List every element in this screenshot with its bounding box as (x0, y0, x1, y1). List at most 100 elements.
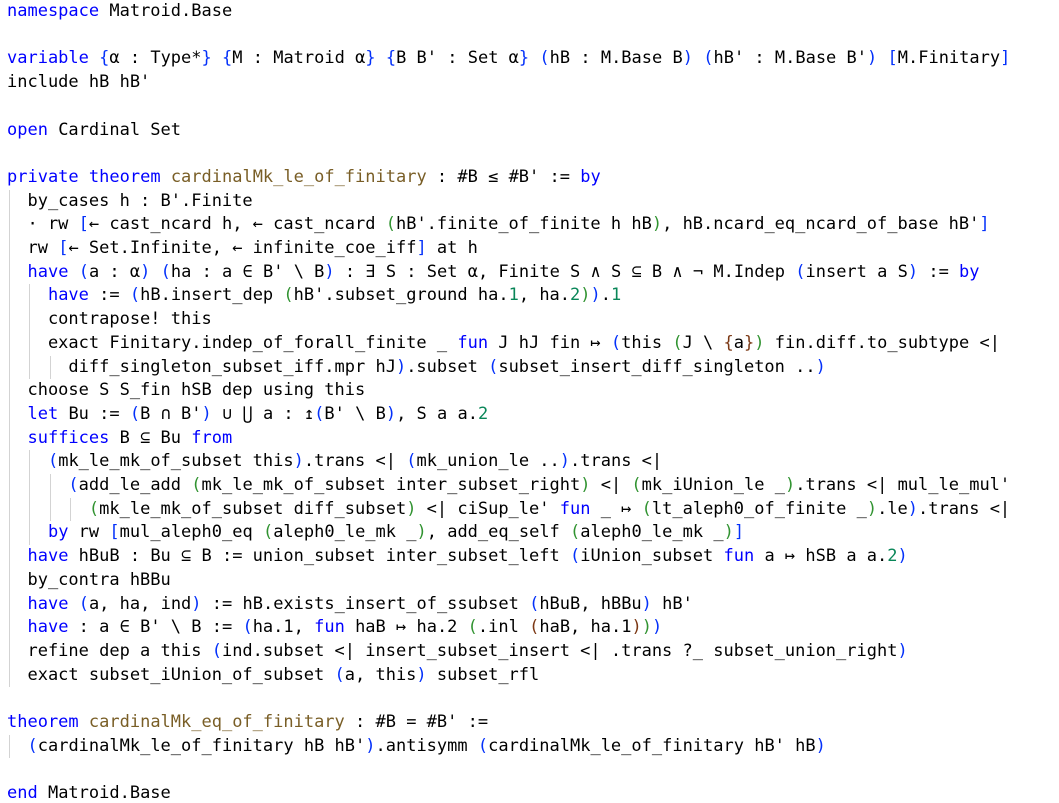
token: _ ↦ (590, 498, 642, 519)
token-kw: by (959, 261, 980, 282)
token-br1: ( (488, 356, 499, 377)
token: mk_le_mk_of_subset this (58, 451, 294, 472)
token-br1: ) (365, 735, 376, 756)
token-br1: ( (211, 640, 222, 661)
code-line[interactable]: diff_singleton_subset_iff.mpr hJ).subset… (7, 356, 825, 380)
token-kw: namespace (7, 1, 100, 21)
code-line[interactable]: by_cases h : B'.Finite (7, 190, 253, 214)
token: choose S S_fin hSB dep using this (7, 380, 366, 401)
code-line[interactable]: let Bu := (B ∩ B') ∪ ⋃ a : ↥(B' \ B), S … (7, 403, 488, 427)
token-br1: [ (109, 522, 120, 543)
token: contrapose! this (7, 309, 212, 330)
token-kw: have (47, 285, 89, 306)
code-line[interactable]: · rw [← cast_ncard h, ← cast_ncard (hB'.… (7, 213, 989, 237)
token-br1: ) (293, 451, 304, 472)
token-kw: suffices (27, 427, 110, 448)
code-line[interactable]: by_contra hBBu (7, 569, 170, 593)
token: := (88, 285, 130, 306)
token-num: 1 (508, 285, 519, 306)
token-br1: { (385, 48, 397, 69)
code-line[interactable]: have := (hB.insert_dep (hB'.subset_groun… (7, 284, 621, 308)
token-kw: by (580, 166, 601, 187)
token: .le (877, 498, 908, 519)
token-br1: ( (47, 451, 59, 472)
token: fin.diff.to_subtype <| (764, 332, 1000, 353)
code-line[interactable]: theorem cardinalMk_eq_of_finitary : #B =… (7, 711, 488, 735)
code-editor[interactable]: namespace Matroid.Base variable {α : Type… (0, 0, 1059, 803)
code-line[interactable]: contrapose! this (7, 308, 212, 332)
token-kw: have (27, 593, 69, 614)
code-line[interactable]: private theorem cardinalMk_le_of_finitar… (7, 166, 601, 190)
token-br1: ) (559, 451, 571, 472)
token: exact Finitary.indep_of_forall_finite _ (7, 332, 458, 353)
code-line[interactable]: by rw [mul_aleph0_eq (aleph0_le_mk _), a… (7, 521, 744, 545)
code-line[interactable]: exact Finitary.indep_of_forall_finite _ … (7, 332, 1000, 356)
token-br2: ) (784, 475, 796, 495)
code-line[interactable]: have hBuB : Bu ⊆ B := union_subset inter… (7, 545, 907, 569)
token-br1: ] (1000, 48, 1011, 69)
token: Matroid.Base (37, 783, 171, 803)
token: a, this (344, 664, 417, 685)
token-kw: have (27, 546, 69, 567)
token: J \ (682, 332, 724, 353)
code-line[interactable]: variable {α : Type*} {M : Matroid α} {B … (7, 47, 1010, 71)
code-line[interactable]: namespace Matroid.Base (7, 0, 232, 24)
code-line[interactable]: (cardinalMk_le_of_finitary hB hB').antis… (7, 735, 825, 759)
token: mul_aleph0_eq (119, 522, 263, 543)
code-line[interactable]: have (a : α) (ha : a ∈ B' \ B) : ∃ S : S… (7, 261, 980, 285)
code-line[interactable]: (add_le_add (mk_le_mk_of_subset inter_su… (7, 474, 1010, 498)
code-line[interactable]: open Cardinal Set (7, 119, 181, 143)
code-line[interactable]: exact subset_iUnion_of_subset (a, this) … (7, 664, 539, 688)
code-line[interactable]: end Matroid.Base (7, 782, 171, 803)
token: add_le_add (78, 475, 192, 495)
token-br1: ( (314, 403, 325, 424)
token-br1: ( (569, 546, 581, 567)
token-br1: ) (590, 285, 601, 306)
code-line[interactable]: refine dep a this (ind.subset <| insert_… (7, 640, 907, 664)
token: cardinalMk_le_of_finitary hB hB' (37, 735, 366, 756)
code-line[interactable]: suffices B ⊆ Bu from (7, 427, 232, 451)
code-line[interactable]: have (a, ha, ind) := hB.exists_insert_of… (7, 593, 692, 617)
token-br1: ) (140, 261, 151, 282)
token: lt_aleph0_of_finite _ (651, 498, 867, 519)
token: subset_insert_diff_singleton .. (498, 356, 816, 377)
token: by_cases h : B'.Finite (7, 190, 253, 211)
token-br2: ) (580, 475, 591, 495)
token-br2: ( (283, 285, 294, 306)
token-br1: ( (529, 593, 540, 614)
token: rw (7, 238, 59, 258)
token-br2: ) (651, 214, 663, 235)
token-br2: ( (262, 522, 274, 543)
token-fn: cardinalMk_le_of_finitary (170, 166, 427, 187)
token-br3: ) (631, 617, 642, 638)
token-br1: ) (324, 261, 335, 282)
token: diff_singleton_subset_iff.mpr hJ (7, 356, 396, 377)
token: α : Type* (109, 48, 202, 69)
token-br3: ( (529, 617, 540, 638)
token: ← cast_ncard h, ← cast_ncard (88, 214, 386, 235)
code-line[interactable]: include hB hB' (7, 71, 150, 95)
code-line[interactable]: (mk_le_mk_of_subset diff_subset) <| ciSu… (7, 498, 1010, 522)
token: : ∃ S : Set α, Finite S ∧ S ⊆ B ∧ ¬ M.In… (334, 261, 796, 282)
token-br2: ( (191, 475, 202, 495)
token-num: 2 (570, 285, 581, 306)
token: <| ciSup_le' (416, 498, 560, 519)
token-br2: ( (467, 617, 478, 638)
token: hB : M.Base B (549, 48, 683, 69)
token-kw: have (27, 261, 69, 282)
code-line[interactable]: (mk_le_mk_of_subset this).trans <| (mk_u… (7, 450, 662, 474)
code-line[interactable]: have : a ∈ B' \ B := (ha.1, fun haB ↦ ha… (7, 616, 662, 640)
code-line[interactable]: choose S S_fin hSB dep using this (7, 379, 365, 403)
token-kw: let (27, 403, 59, 424)
code-line[interactable]: rw [← Set.Infinite, ← infinite_coe_iff] … (7, 237, 477, 261)
token: hBuB : Bu ⊆ B := union_subset inter_subs… (68, 546, 570, 567)
token-br1: ( (406, 451, 417, 472)
